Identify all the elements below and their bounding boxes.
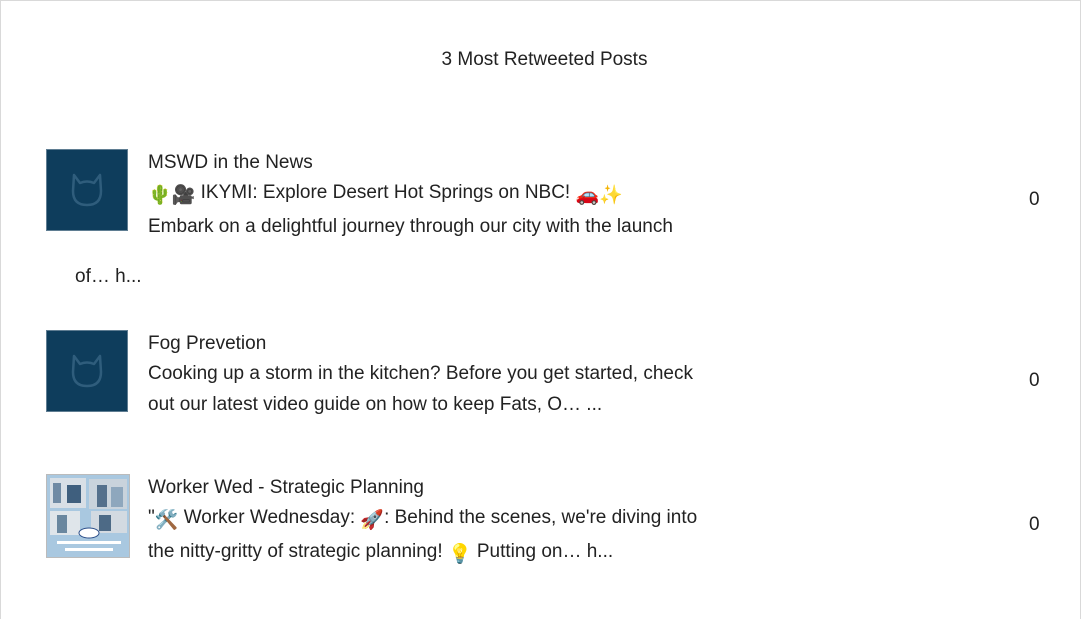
post-item[interactable]: Worker Wed - Strategic Planning "🛠️ Work…: [46, 474, 1046, 584]
post-line: Worker Wednesday:: [178, 507, 361, 528]
post-title[interactable]: Fog Prevetion: [148, 330, 266, 358]
post-line: of… h...: [75, 266, 142, 287]
post-item[interactable]: MSWD in the News 🌵🎥 IKYMI: Explore Deser…: [46, 149, 1046, 299]
video-camera-icon: 🎥: [171, 185, 196, 206]
tools-icon: 🛠️: [154, 510, 179, 531]
light-bulb-icon: 💡: [447, 544, 472, 565]
cactus-icon: 🌵: [148, 185, 172, 206]
car-icon: 🚗: [575, 185, 600, 206]
post-line: ": [148, 507, 155, 528]
retweet-count: 0: [1029, 189, 1040, 210]
retweet-count: 0: [1029, 514, 1040, 535]
sparkles-icon: ✨: [599, 185, 623, 206]
rocket-icon: 🚀: [360, 510, 385, 531]
post-text: Cooking up a storm in the kitchen? Befor…: [148, 358, 848, 420]
post-line: : Behind the scenes, we're diving into: [384, 507, 698, 528]
post-title[interactable]: Worker Wed - Strategic Planning: [148, 474, 424, 502]
post-line: out our latest video guide on how to kee…: [148, 394, 603, 415]
post-title[interactable]: MSWD in the News: [148, 149, 313, 177]
post-line: Cooking up a storm in the kitchen? Befor…: [148, 363, 693, 384]
retweeted-posts-panel: 3 Most Retweeted Posts MSWD in the News …: [0, 0, 1081, 619]
post-line: IKYMI: Explore Desert Hot Springs on NBC…: [200, 182, 571, 203]
retweet-count: 0: [1029, 370, 1040, 391]
post-thumbnail[interactable]: [46, 330, 128, 412]
post-text: 🌵🎥 IKYMI: Explore Desert Hot Springs on …: [148, 177, 848, 242]
post-line: the nitty-gritty of strategic planning!: [148, 541, 448, 562]
post-thumbnail[interactable]: [46, 474, 130, 558]
cat-placeholder-icon: [71, 173, 103, 207]
post-line: Embark on a delightful journey through o…: [148, 216, 673, 237]
worker-wednesday-image: [47, 475, 129, 557]
post-line: Putting on… h...: [471, 541, 614, 562]
post-text: "🛠️ Worker Wednesday: 🚀: Behind the scen…: [148, 502, 848, 570]
widget-title: 3 Most Retweeted Posts: [441, 49, 648, 70]
post-item[interactable]: Fog Prevetion Cooking up a storm in the …: [46, 330, 1046, 440]
post-thumbnail[interactable]: [46, 149, 128, 231]
cat-placeholder-icon: [71, 354, 103, 388]
